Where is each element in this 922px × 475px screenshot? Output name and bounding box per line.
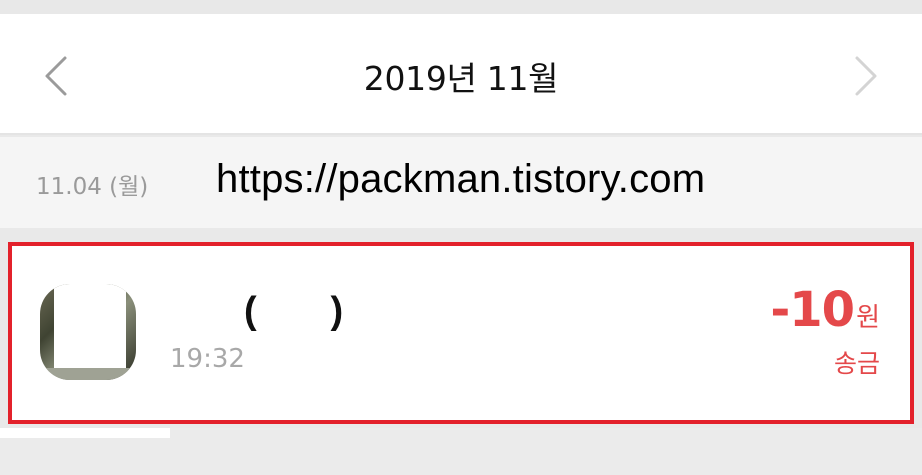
amount-value: -10 — [770, 282, 855, 338]
top-strip — [0, 0, 922, 14]
next-month-button[interactable] — [846, 54, 886, 98]
transaction-name: ( ) — [244, 290, 344, 332]
month-title: 2019년 11월 — [363, 59, 559, 98]
transaction-amount: -10원 — [770, 282, 880, 338]
transaction-item[interactable]: ( ) 19:32 -10원 송금 — [8, 242, 914, 424]
avatar — [40, 284, 136, 380]
month-header: 2019년 11월 — [0, 14, 922, 135]
watermark-url: https://packman.tistory.com — [216, 157, 706, 201]
date-group-header: 11.04 (월) https://packman.tistory.com — [0, 137, 922, 228]
amount-currency: 원 — [856, 303, 880, 333]
bottom-white-strip — [0, 428, 170, 438]
chevron-right-icon — [855, 56, 877, 96]
transaction-time: 19:32 — [170, 344, 245, 374]
date-label: 11.04 (월) — [36, 174, 149, 200]
transaction-type: 송금 — [833, 349, 880, 378]
avatar-mask — [54, 284, 126, 372]
avatar-ground — [40, 368, 136, 380]
